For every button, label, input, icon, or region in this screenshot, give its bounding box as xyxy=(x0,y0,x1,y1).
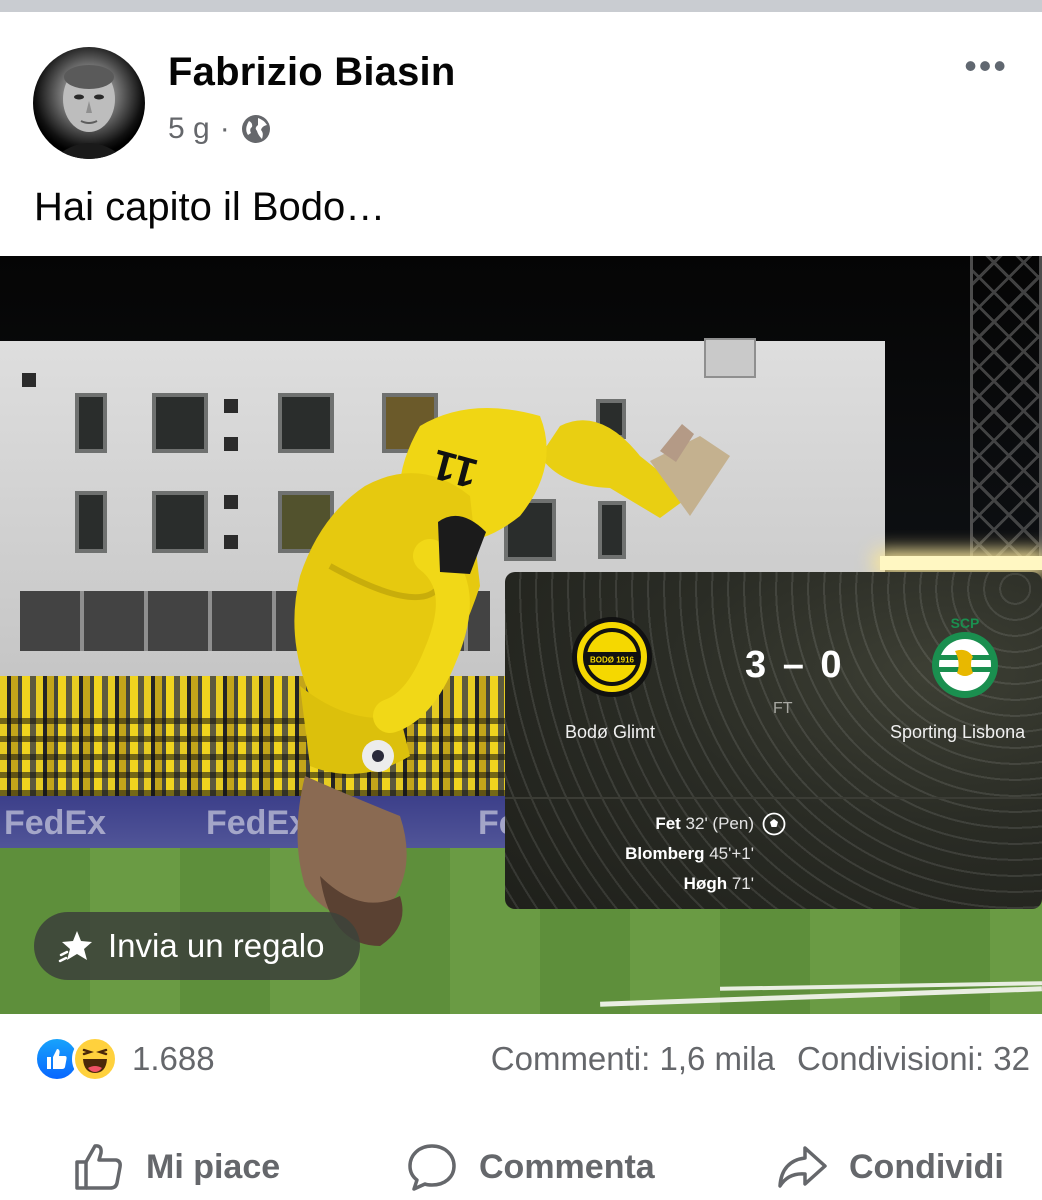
scorer-minute: 32' (Pen) xyxy=(685,814,754,833)
reactions-summary[interactable]: 1.688 xyxy=(34,1036,215,1082)
feed-divider xyxy=(0,0,1042,12)
post-meta: 5 g · xyxy=(168,112,272,146)
like-label: Mi piace xyxy=(146,1147,281,1186)
goal-scorer: Fet 32' (Pen) xyxy=(655,814,754,834)
floodlight-tower xyxy=(970,256,1042,566)
more-options-icon[interactable]: ••• xyxy=(964,48,1008,84)
sporting-crest-icon: SCP xyxy=(932,615,998,698)
match-score: 3 – 0 xyxy=(745,644,845,686)
scorer-minute: 71' xyxy=(731,874,754,893)
floodlight xyxy=(880,556,1042,570)
send-gift-label: Invia un regalo xyxy=(108,927,325,964)
like-button[interactable]: Mi piace xyxy=(72,1140,280,1194)
match-score-card: BODØ 1916 SCP Bodø Glimt Sporting Lisbon… xyxy=(505,572,1042,909)
post-photo[interactable]: FedEx FedEx FedEx 11 BODØ 1916 xyxy=(0,256,1042,1014)
match-status: FT xyxy=(773,700,793,717)
thumbs-up-icon xyxy=(47,1049,67,1069)
avatar[interactable] xyxy=(33,47,145,159)
engagement-counts: Commenti: 1,6 mila Condivisioni: 32 xyxy=(491,1040,1030,1078)
sporting-crest: SCP xyxy=(925,615,1005,698)
comment-bubble-icon xyxy=(408,1144,456,1191)
home-team-name: Bodø Glimt xyxy=(565,722,656,742)
thumbs-up-icon xyxy=(75,1144,122,1190)
scorer-name: Høgh xyxy=(683,874,728,893)
comment-label: Commenta xyxy=(479,1147,655,1186)
scorer-name: Fet xyxy=(655,814,681,833)
bodo-glimt-crest: BODØ 1916 xyxy=(572,617,652,697)
share-label: Condividi xyxy=(849,1147,1004,1186)
post-actions-bar: Mi piace Commenta Condividi xyxy=(0,1130,1042,1200)
bodo-crest-text: BODØ 1916 xyxy=(590,656,635,665)
sporting-crest-text: SCP xyxy=(951,617,980,631)
share-arrow-icon xyxy=(778,1146,827,1188)
soccer-ball-icon xyxy=(762,812,786,836)
meta-separator: · xyxy=(219,112,230,145)
author-name[interactable]: Fabrizio Biasin xyxy=(168,50,456,95)
reaction-count: 1.688 xyxy=(132,1040,215,1077)
scorer-minute: 45'+1' xyxy=(709,844,754,863)
post-time[interactable]: 5 g xyxy=(168,112,210,146)
post-header: Fabrizio Biasin 5 g · ••• xyxy=(0,12,1042,172)
comment-count[interactable]: Commenti: 1,6 mila xyxy=(491,1040,775,1077)
avatar-portrait-icon xyxy=(53,65,125,159)
bodo-crest-icon: BODØ 1916 xyxy=(583,628,641,686)
laughing-face-icon xyxy=(82,1048,108,1073)
goal-scorer: Høgh 71' xyxy=(684,874,754,894)
card-divider xyxy=(505,797,1042,799)
send-gift-button[interactable]: Invia un regalo xyxy=(34,912,360,980)
globe-icon[interactable] xyxy=(240,113,272,145)
gift-icon xyxy=(58,931,92,963)
goal-scorer: Blomberg 45'+1' xyxy=(625,844,754,864)
share-count[interactable]: Condivisioni: 32 xyxy=(797,1040,1030,1077)
away-team-name: Sporting Lisbona xyxy=(890,722,1026,742)
haha-reaction-icon xyxy=(72,1036,118,1082)
comment-button[interactable]: Commenta xyxy=(405,1140,655,1194)
post-text: Hai capito il Bodo… xyxy=(34,185,386,229)
share-button[interactable]: Condividi xyxy=(775,1140,1004,1194)
scorer-name: Blomberg xyxy=(625,844,705,863)
